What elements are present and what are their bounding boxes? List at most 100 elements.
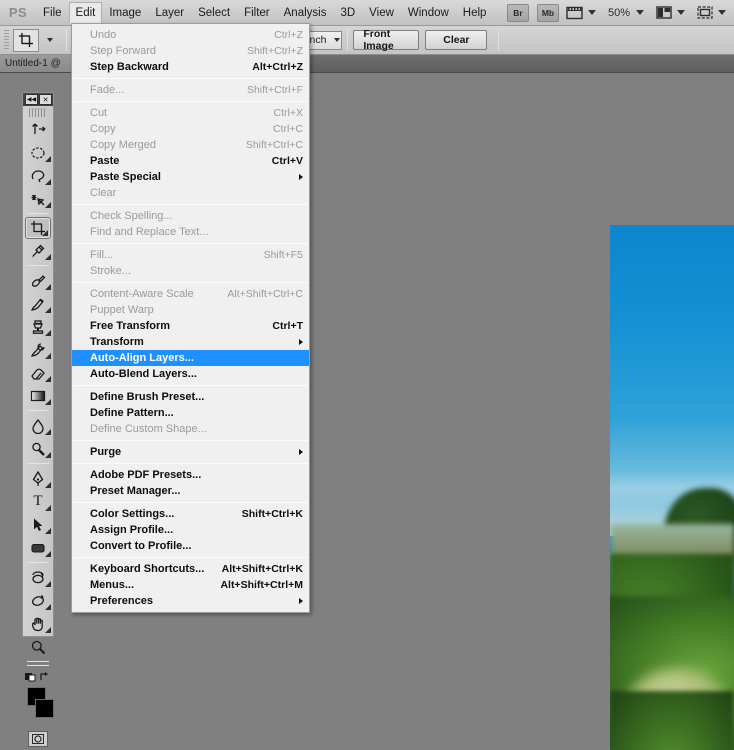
- tool-preset-picker[interactable]: [13, 28, 39, 52]
- tool-flyout-triangle-icon[interactable]: [45, 202, 51, 208]
- menu-filter[interactable]: Filter: [237, 2, 277, 24]
- menu-item-transform[interactable]: Transform: [72, 334, 309, 350]
- tools-panel-header[interactable]: ◀◀ ✕: [23, 93, 53, 106]
- menu-window[interactable]: Window: [401, 2, 456, 24]
- menu-item-auto-blend-layers[interactable]: Auto-Blend Layers...: [72, 366, 309, 382]
- tool-flyout-triangle-icon[interactable]: [45, 307, 51, 313]
- menu-item-define-brush-preset[interactable]: Define Brush Preset...: [72, 389, 309, 405]
- marquee-tool[interactable]: [23, 141, 53, 164]
- tool-flyout-triangle-icon[interactable]: [45, 482, 51, 488]
- type-tool[interactable]: T: [23, 490, 53, 513]
- tool-flyout-triangle-icon[interactable]: [45, 452, 51, 458]
- tools-panel-close-icon[interactable]: ✕: [39, 94, 52, 105]
- tool-flyout-triangle-icon[interactable]: [45, 581, 51, 587]
- menu-edit[interactable]: Edit: [68, 1, 103, 24]
- menu-select[interactable]: Select: [191, 2, 237, 24]
- menu-item-define-pattern[interactable]: Define Pattern...: [72, 405, 309, 421]
- clear-crop-button[interactable]: Clear: [425, 30, 488, 50]
- swap-colors-icon[interactable]: [40, 671, 51, 682]
- hand-tool[interactable]: [23, 612, 53, 635]
- menu-item-color-settings[interactable]: Color Settings... Shift+Ctrl+K: [72, 506, 309, 522]
- zoom-tool[interactable]: [23, 635, 53, 658]
- history-brush-tool[interactable]: [23, 338, 53, 361]
- gradient-tool[interactable]: [23, 384, 53, 407]
- menu-item-preset-manager[interactable]: Preset Manager...: [72, 483, 309, 499]
- menu-help[interactable]: Help: [456, 2, 494, 24]
- blur-tool[interactable]: [23, 414, 53, 437]
- tool-flyout-triangle-icon[interactable]: [45, 604, 51, 610]
- tools-panel-grip[interactable]: [29, 108, 47, 117]
- background-color-swatch[interactable]: [35, 699, 54, 718]
- clone-stamp-tool[interactable]: [23, 315, 53, 338]
- menu-item-auto-align-layers[interactable]: Auto-Align Layers...: [72, 350, 309, 366]
- image-document-window[interactable]: [610, 225, 734, 750]
- hand-tool-icon: [31, 617, 43, 631]
- quick-mask-button[interactable]: [28, 731, 48, 747]
- menu-item-label: Fill...: [90, 249, 114, 261]
- tool-flyout-triangle-icon[interactable]: [45, 551, 51, 557]
- default-colors-icon[interactable]: [25, 671, 36, 682]
- menu-item-copy-merged: Copy Merged Shift+Ctrl+C: [72, 137, 309, 153]
- menu-item-paste[interactable]: Paste Ctrl+V: [72, 153, 309, 169]
- menu-item-menus[interactable]: Menus... Alt+Shift+Ctrl+M: [72, 577, 309, 593]
- menu-item-paste-special[interactable]: Paste Special: [72, 169, 309, 185]
- menu-view[interactable]: View: [362, 2, 401, 24]
- menu-item-purge[interactable]: Purge: [72, 444, 309, 460]
- dodge-tool[interactable]: [23, 437, 53, 460]
- tool-flyout-triangle-icon[interactable]: [45, 627, 51, 633]
- zoom-chevron-down-icon[interactable]: [636, 10, 644, 15]
- tool-flyout-triangle-icon[interactable]: [45, 399, 51, 405]
- path-selection-tool[interactable]: [23, 513, 53, 536]
- menu-layer[interactable]: Layer: [148, 2, 191, 24]
- menu-item-shortcut: Alt+Shift+Ctrl+M: [220, 579, 303, 591]
- tool-flyout-triangle-icon[interactable]: [45, 528, 51, 534]
- tool-flyout-triangle-icon[interactable]: [45, 505, 51, 511]
- menu-analysis[interactable]: Analysis: [277, 2, 334, 24]
- tool-flyout-triangle-icon[interactable]: [45, 254, 51, 260]
- tool-preset-chevron-down-icon[interactable]: [47, 38, 53, 42]
- crop-tool[interactable]: [25, 217, 51, 239]
- tool-flyout-triangle-icon[interactable]: [45, 330, 51, 336]
- mini-bridge-button[interactable]: Mb: [536, 3, 559, 22]
- brush-tool[interactable]: [23, 292, 53, 315]
- pen-tool[interactable]: [23, 467, 53, 490]
- quick-selection-tool[interactable]: [23, 187, 53, 210]
- menu-item-label: Stroke...: [90, 265, 131, 277]
- menu-3d[interactable]: 3D: [333, 2, 362, 24]
- clone-stamp-tool-icon: [32, 319, 44, 334]
- eraser-tool[interactable]: [23, 361, 53, 384]
- menu-item-free-transform[interactable]: Free Transform Ctrl+T: [72, 318, 309, 334]
- menu-file[interactable]: File: [36, 2, 69, 24]
- options-bar-grip[interactable]: [4, 30, 9, 50]
- spot-healing-brush-tool[interactable]: [23, 269, 53, 292]
- tool-flyout-triangle-icon[interactable]: [45, 353, 51, 359]
- front-image-button[interactable]: Front Image: [353, 28, 420, 52]
- rectangle-shape-tool[interactable]: [23, 536, 53, 559]
- menu-item-assign-profile[interactable]: Assign Profile...: [72, 522, 309, 538]
- edit-dropdown-menu[interactable]: Undo Ctrl+Z Step Forward Shift+Ctrl+Z Step B…: [71, 23, 310, 613]
- view-extras-button[interactable]: [566, 5, 596, 20]
- menu-item-adobe-pdf-presets[interactable]: Adobe PDF Presets...: [72, 467, 309, 483]
- tools-panel-collapse-icon[interactable]: ◀◀: [25, 94, 38, 105]
- move-tool[interactable]: [23, 118, 53, 141]
- tool-flyout-triangle-icon[interactable]: [45, 429, 51, 435]
- 3d-object-rotate-tool[interactable]: [23, 566, 53, 589]
- bridge-button[interactable]: Br: [506, 3, 529, 22]
- vineyard-photo: [610, 225, 734, 750]
- screen-mode-button[interactable]: [697, 5, 726, 20]
- 3d-camera-rotate-tool[interactable]: [23, 589, 53, 612]
- eyedropper-tool[interactable]: [23, 239, 53, 262]
- tool-flyout-triangle-icon[interactable]: [45, 284, 51, 290]
- menu-item-preferences[interactable]: Preferences: [72, 593, 309, 609]
- menu-image[interactable]: Image: [102, 2, 148, 24]
- menu-item-convert-to-profile[interactable]: Convert to Profile...: [72, 538, 309, 554]
- menu-item-step-backward[interactable]: Step Backward Alt+Ctrl+Z: [72, 59, 309, 75]
- tool-flyout-triangle-icon[interactable]: [45, 156, 51, 162]
- brush-tool-icon: [31, 297, 44, 311]
- tool-flyout-triangle-icon[interactable]: [42, 230, 48, 236]
- tool-flyout-triangle-icon[interactable]: [45, 179, 51, 185]
- arrange-documents-button[interactable]: [656, 5, 685, 20]
- lasso-tool[interactable]: [23, 164, 53, 187]
- tool-flyout-triangle-icon[interactable]: [45, 376, 51, 382]
- menu-item-keyboard-shortcuts[interactable]: Keyboard Shortcuts... Alt+Shift+Ctrl+K: [72, 561, 309, 577]
